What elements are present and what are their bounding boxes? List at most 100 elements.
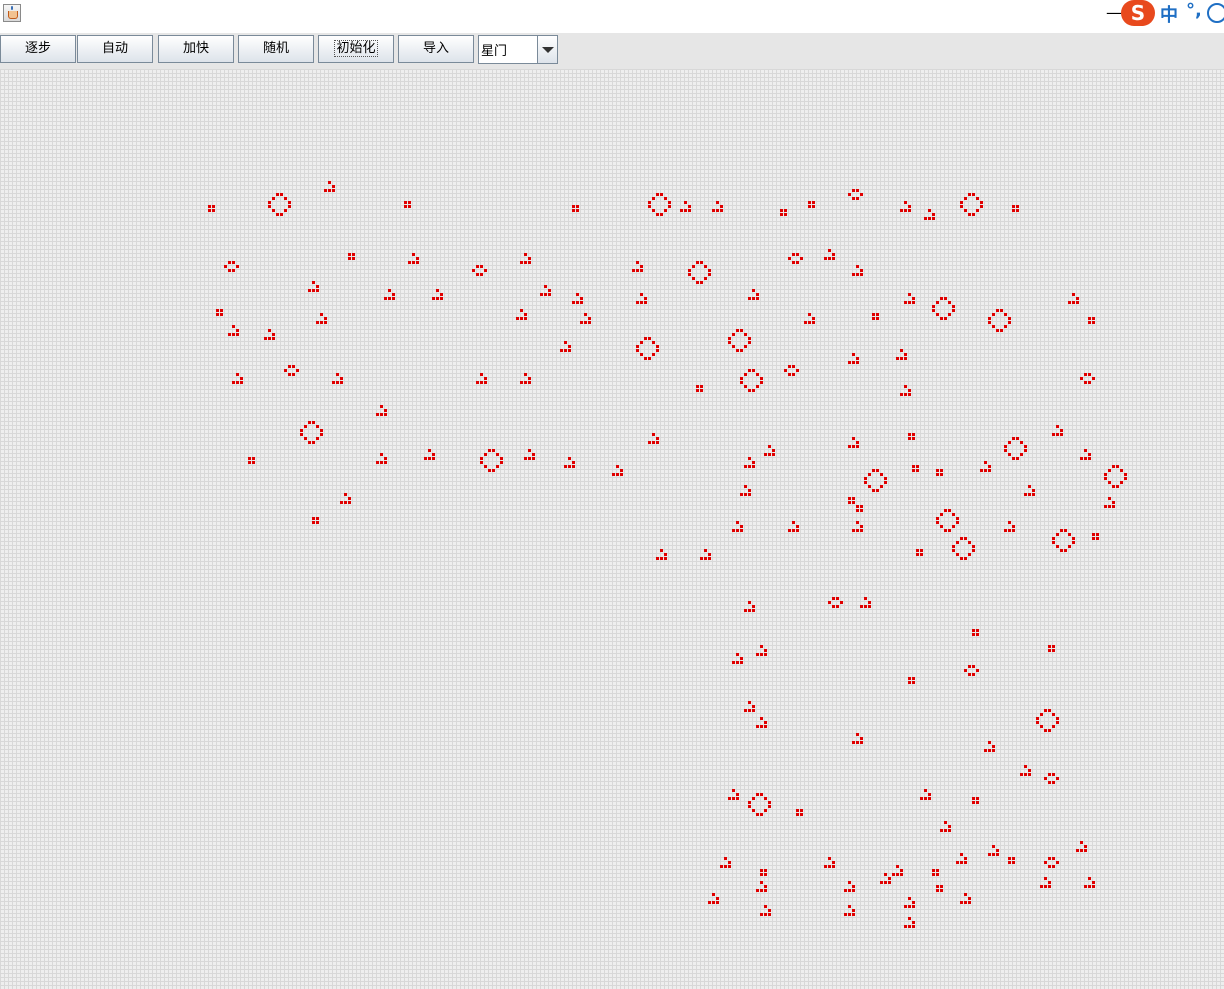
live-cell	[572, 461, 575, 464]
live-cell	[988, 465, 991, 468]
live-cell	[796, 261, 799, 264]
live-cell	[280, 193, 283, 196]
live-cell	[936, 885, 939, 888]
live-cell	[1056, 721, 1059, 724]
live-cell	[1084, 885, 1087, 888]
live-cell	[964, 557, 967, 560]
live-cell	[348, 253, 351, 256]
step-button[interactable]: 逐步	[0, 35, 76, 63]
live-cell	[992, 749, 995, 752]
live-cell	[312, 441, 315, 444]
live-cell	[992, 745, 995, 748]
live-cell	[916, 549, 919, 552]
live-cell	[388, 297, 391, 300]
live-cell	[528, 257, 531, 260]
live-cell	[312, 517, 315, 520]
live-cell	[852, 501, 855, 504]
live-cell	[616, 473, 619, 476]
live-cell	[340, 381, 343, 384]
live-cell	[716, 897, 719, 900]
live-cell	[1044, 885, 1047, 888]
live-cell	[912, 681, 915, 684]
live-cell	[1040, 885, 1043, 888]
live-cell	[912, 921, 915, 924]
ime-punctuation-toggle[interactable]: °,	[1186, 0, 1202, 21]
java-cup-icon[interactable]	[3, 4, 21, 22]
live-cell	[808, 201, 811, 204]
live-cell	[760, 653, 763, 656]
live-cell	[832, 257, 835, 260]
live-cell	[576, 209, 579, 212]
import-button[interactable]: 导入	[398, 35, 474, 63]
live-cell	[744, 709, 747, 712]
ime-logo-icon[interactable]: S	[1121, 0, 1155, 26]
live-cell	[312, 521, 315, 524]
live-cell	[976, 629, 979, 632]
live-cell	[832, 597, 835, 600]
live-cell	[748, 805, 751, 808]
live-cell	[936, 869, 939, 872]
live-cell	[812, 201, 815, 204]
live-cell	[324, 189, 327, 192]
live-cell	[720, 209, 723, 212]
live-cell	[920, 553, 923, 556]
live-cell	[868, 485, 871, 488]
live-cell	[1000, 329, 1003, 332]
live-cell	[1092, 377, 1095, 380]
live-cell	[580, 301, 583, 304]
live-cell	[384, 457, 387, 460]
pattern-select[interactable]: 星门	[478, 35, 558, 64]
live-cell	[288, 365, 291, 368]
live-cell	[1116, 465, 1119, 468]
minimize-button[interactable]: —	[1106, 5, 1122, 21]
live-cell	[272, 209, 275, 212]
live-cell	[784, 213, 787, 216]
live-cell	[1104, 477, 1107, 480]
live-cell	[1096, 533, 1099, 536]
ime-emoji-icon[interactable]	[1207, 3, 1224, 23]
live-cell	[572, 465, 575, 468]
live-cell	[548, 293, 551, 296]
faster-button[interactable]: 加快	[158, 35, 234, 63]
live-cell	[272, 337, 275, 340]
live-cell	[1084, 449, 1087, 452]
live-cell	[664, 209, 667, 212]
live-cell	[740, 381, 743, 384]
live-cell	[952, 545, 955, 548]
live-cell	[272, 197, 275, 200]
live-cell	[684, 201, 687, 204]
random-button[interactable]: 随机	[238, 35, 314, 63]
live-cell	[384, 297, 387, 300]
init-button[interactable]: 初始化	[318, 35, 394, 63]
live-cell	[408, 201, 411, 204]
live-cell	[1020, 453, 1023, 456]
live-cell	[856, 441, 859, 444]
live-cell	[856, 357, 859, 360]
live-cell	[656, 441, 659, 444]
live-cell	[752, 709, 755, 712]
live-cell	[760, 793, 763, 796]
live-cell	[1032, 489, 1035, 492]
ime-mode-toggle[interactable]: 中	[1160, 1, 1178, 27]
live-cell	[848, 905, 851, 908]
live-cell	[976, 669, 979, 672]
live-cell	[384, 413, 387, 416]
live-cell	[752, 289, 755, 292]
live-cell	[832, 605, 835, 608]
pattern-select-toggle[interactable]	[537, 36, 557, 63]
auto-button[interactable]: 自动	[77, 35, 153, 63]
live-cell	[584, 321, 587, 324]
live-cell	[756, 385, 759, 388]
live-cell	[340, 377, 343, 380]
import-button-label: 导入	[422, 41, 449, 56]
live-cell	[380, 461, 383, 464]
live-cell	[852, 445, 855, 448]
random-button-label: 随机	[262, 41, 289, 56]
live-cell	[648, 205, 651, 208]
live-cell	[320, 313, 323, 316]
live-cell	[712, 901, 715, 904]
live-cell	[1008, 529, 1011, 532]
life-grid[interactable]	[0, 69, 1224, 989]
live-cell	[852, 437, 855, 440]
live-cell	[660, 557, 663, 560]
